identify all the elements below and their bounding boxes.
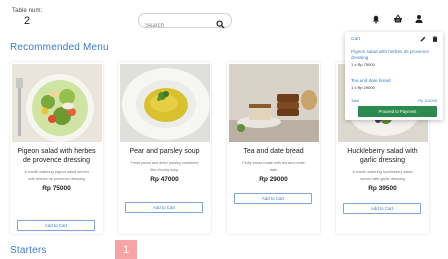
bell-icon[interactable]	[371, 14, 381, 26]
dish-price: Rp 75000	[42, 185, 71, 192]
user-icon[interactable]	[414, 14, 424, 26]
cart-item-name: Tea and date bread	[351, 78, 391, 83]
dish-description: A mouth watering huckleberry salad serve…	[352, 170, 413, 181]
dish-price: Rp 47000	[150, 176, 179, 183]
cart-popup: Cart Pigeon salad with herbes de provenc…	[345, 32, 443, 120]
dish-price: Rp 39500	[368, 185, 397, 192]
cart-item-qty: 1 x Rp 75000	[351, 62, 375, 67]
cart-item[interactable]: Pigeon salad with herbes de provence dre…	[351, 49, 437, 67]
dish-description: Fluffy bread made with tea and moist dat…	[242, 161, 305, 172]
top-bar: Table num: 2	[0, 0, 448, 36]
dish-photo	[119, 64, 210, 142]
dish-price: Rp 29000	[259, 176, 288, 183]
table-label: Table num:	[12, 8, 43, 14]
section-title-recommended: Recommended Menu	[10, 42, 109, 53]
cart-item-qty: 1 x Rp 29000	[351, 85, 375, 90]
cart-total-label: Total	[351, 99, 360, 103]
add-to-cart-button[interactable]: Add to Cart	[343, 203, 421, 214]
cart-item-name: Pigeon salad with herbes de provence dre…	[351, 49, 429, 60]
dish-photo	[228, 64, 319, 142]
table-info: Table num: 2	[12, 8, 42, 27]
search-input[interactable]	[139, 19, 215, 33]
add-to-cart-button[interactable]: Add to Cart	[234, 193, 312, 204]
menu-card: Tea and date bread Fluffy bread made wit…	[227, 62, 320, 234]
table-number: 2	[24, 15, 31, 27]
dish-name: Tea and date bread	[243, 148, 304, 155]
dish-name: Pear and parsley soup	[129, 148, 200, 155]
dish-name: Pigeon salad with herbes de provence dre…	[17, 148, 96, 164]
add-to-cart-button[interactable]: Add to Cart	[125, 202, 203, 213]
menu-card: Pigeon salad with herbes de provence dre…	[10, 62, 103, 234]
basket-icon[interactable]	[393, 14, 403, 26]
dish-description: A mouth watering pigeon salad served wit…	[24, 170, 89, 181]
section-title-starters: Starters	[10, 245, 47, 256]
edit-icon[interactable]	[420, 36, 426, 42]
search-icon[interactable]	[216, 16, 225, 29]
search-bar[interactable]	[138, 13, 232, 33]
trash-icon[interactable]	[432, 36, 438, 42]
cart-tools	[420, 36, 438, 42]
menu-card: Pear and parsley soup Fresh pears and dr…	[118, 62, 211, 234]
dish-name: Huckleberry salad with garlic dressing	[347, 148, 418, 164]
cart-total: Total Rp 104000	[351, 99, 437, 103]
add-to-cart-button[interactable]: Add to Cart	[17, 220, 95, 231]
cart-title: Cart	[351, 37, 361, 42]
dish-description: Fresh pears and dried parsley combined l…	[130, 161, 199, 172]
cart-total-value: Rp 104000	[418, 99, 437, 103]
proceed-to-payment-button[interactable]: Proceed to Payment	[358, 106, 437, 117]
cart-item[interactable]: Tea and date bread 1 x Rp 29000	[351, 78, 437, 90]
dish-photo	[11, 64, 102, 142]
page-indicator-badge: 1	[115, 240, 137, 259]
